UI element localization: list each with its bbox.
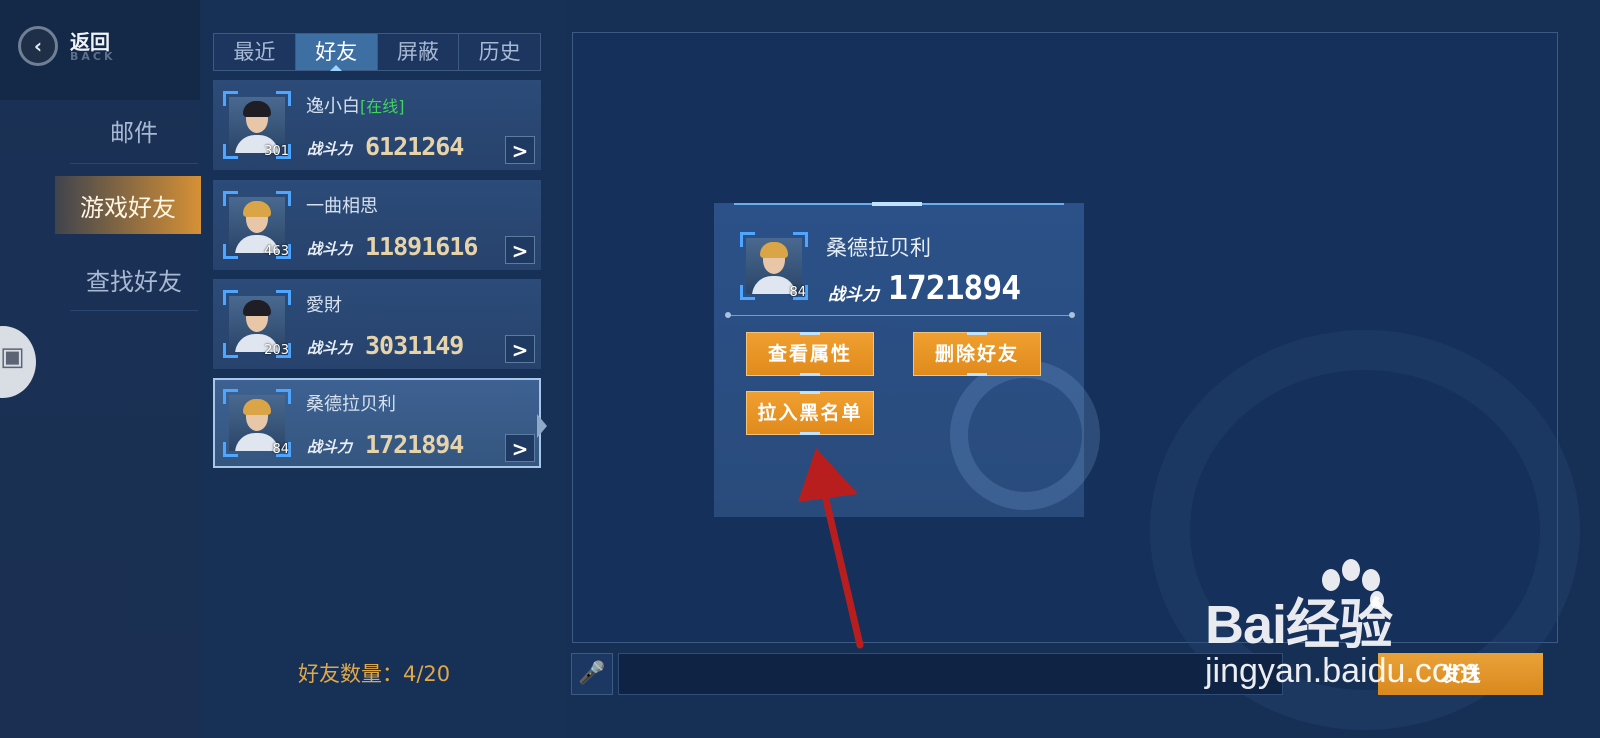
watermark-url: jingyan.baidu.com <box>1205 652 1480 690</box>
divider-dot <box>725 312 731 318</box>
friend-card-selected[interactable]: 84 桑德拉贝利 战斗力 1721894 > <box>213 378 541 468</box>
popup-divider <box>728 315 1072 316</box>
power-value: 6121264 <box>365 132 464 161</box>
friend-level: 463 <box>264 244 289 259</box>
friend-avatar: 203 <box>223 290 291 358</box>
tab-blocked[interactable]: 屏蔽 <box>377 34 460 70</box>
online-status: [在线] <box>360 97 405 116</box>
popup-power-label: 战斗力 <box>828 285 879 305</box>
back-button[interactable]: ‹ 返回 BACK <box>14 24 140 68</box>
selection-pointer-icon <box>537 414 547 438</box>
popup-friend-name: 桑德拉贝利 <box>826 236 931 260</box>
friend-card[interactable]: 301 逸小白[在线] 战斗力 6121264 > <box>213 80 541 170</box>
popup-power-value: 1721894 <box>888 268 1021 307</box>
power-value: 3031149 <box>365 331 464 360</box>
tab-friends[interactable]: 好友 <box>295 34 378 71</box>
tab-history[interactable]: 历史 <box>459 34 540 70</box>
power-label: 战斗力 <box>307 140 353 158</box>
friend-detail-button[interactable]: > <box>505 434 535 462</box>
back-arrow-icon: ‹ <box>18 26 58 66</box>
friend-tabs: 最近 好友 屏蔽 历史 <box>213 33 541 71</box>
power-label: 战斗力 <box>307 438 353 456</box>
friend-avatar: 301 <box>223 91 291 159</box>
view-attributes-button[interactable]: 查看属性 <box>746 332 874 376</box>
friend-name: 一曲相思 <box>306 196 378 217</box>
friend-name: 愛財 <box>306 295 342 316</box>
friend-detail-button[interactable]: > <box>505 136 535 164</box>
divider-dot <box>1069 312 1075 318</box>
friend-detail-button[interactable]: > <box>505 335 535 363</box>
friend-level: 301 <box>264 144 289 159</box>
tab-recent[interactable]: 最近 <box>214 34 296 70</box>
friend-detail-button[interactable]: > <box>505 236 535 264</box>
back-sublabel: BACK <box>70 50 116 63</box>
popup-avatar: 84 <box>740 232 808 300</box>
baidu-watermark: Bai经验 jingyan.baidu.com <box>1205 559 1479 690</box>
friend-card[interactable]: 203 愛財 战斗力 3031149 > <box>213 279 541 369</box>
friend-name: 桑德拉贝利 <box>306 394 396 415</box>
popup-level: 84 <box>789 285 806 300</box>
chat-input[interactable] <box>618 653 1283 695</box>
menu-item-find-friends[interactable]: 查找好友 <box>70 262 198 311</box>
popup-top-glow <box>872 202 922 206</box>
power-value: 1721894 <box>365 430 464 459</box>
delete-friend-button[interactable]: 删除好友 <box>913 332 1041 376</box>
friend-name: 逸小白 <box>306 96 360 117</box>
puzzle-icon: ▣ <box>0 342 25 372</box>
power-label: 战斗力 <box>307 339 353 357</box>
menu-item-mail[interactable]: 邮件 <box>70 113 198 164</box>
friend-count: 好友数量：4/20 <box>298 662 451 686</box>
menu-item-game-friends[interactable]: 游戏好友 <box>55 188 201 223</box>
microphone-icon[interactable]: 🎤 <box>571 653 613 695</box>
power-value: 11891616 <box>365 232 478 261</box>
friend-card[interactable]: 463 一曲相思 战斗力 11891616 > <box>213 180 541 270</box>
baidu-paw-icon <box>1322 559 1384 609</box>
friend-avatar: 463 <box>223 191 291 259</box>
power-label: 战斗力 <box>307 240 353 258</box>
add-to-blacklist-button[interactable]: 拉入黑名单 <box>746 391 874 435</box>
emblem-watermark-icon <box>950 360 1100 510</box>
friend-level: 203 <box>264 343 289 358</box>
friend-name-line: 逸小白[在线] <box>306 92 405 118</box>
friend-level: 84 <box>272 442 289 457</box>
friend-avatar: 84 <box>223 389 291 457</box>
